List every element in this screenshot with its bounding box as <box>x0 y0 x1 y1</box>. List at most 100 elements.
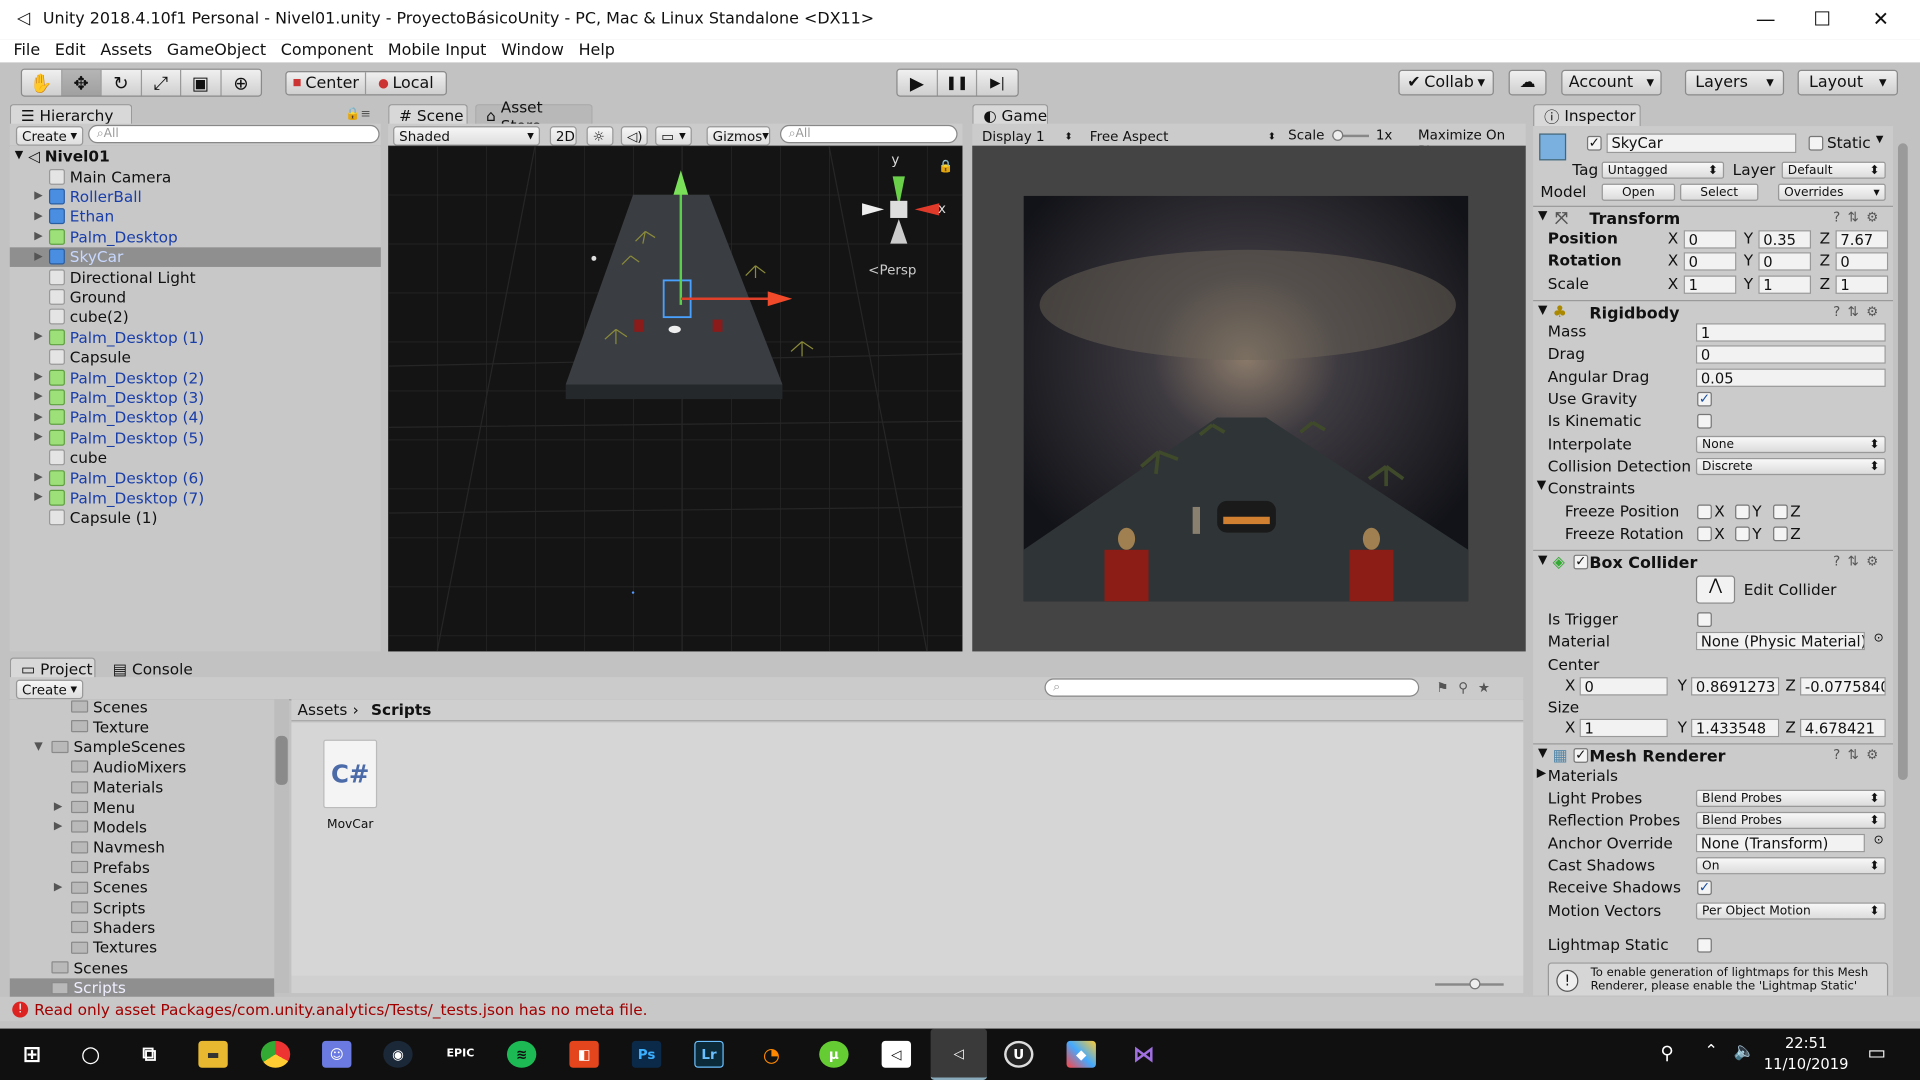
rot-z-field[interactable]: 0 <box>1835 252 1889 271</box>
scale-tool-icon[interactable]: ⤢ <box>141 69 182 96</box>
material-field[interactable]: None (Physic Material) <box>1695 631 1865 651</box>
task-view-icon[interactable]: ⧉ <box>135 1041 164 1068</box>
menu-mobile-input[interactable]: Mobile Input <box>388 42 486 60</box>
freeze-position-z-checkbox[interactable] <box>1773 504 1788 520</box>
is-kinematic-checkbox[interactable] <box>1697 413 1712 429</box>
scene-search-input[interactable]: ⌕ All <box>780 124 958 144</box>
maximize-button[interactable]: ☐ <box>1804 7 1841 30</box>
dropdown-arrow-icon[interactable]: ▼ <box>1876 133 1884 144</box>
pos-z-field[interactable]: 7.67 <box>1835 230 1889 249</box>
pos-y-field[interactable]: 0.35 <box>1758 230 1812 249</box>
project-folder[interactable]: Scripts <box>9 977 275 998</box>
status-bar[interactable]: ! Read only asset Packages/com.unity.ana… <box>0 996 1920 1022</box>
edit-collider-button[interactable]: ⋀ <box>1695 575 1736 604</box>
pos-x-field[interactable]: 0 <box>1683 230 1737 249</box>
hand-tool-icon[interactable]: ✋ <box>22 69 62 96</box>
gizmos-dropdown[interactable]: Gizmos ▼ <box>706 126 771 146</box>
project-folder[interactable]: Scripts <box>10 898 274 918</box>
step-button[interactable]: ▶| <box>978 70 1018 96</box>
expand-arrow-icon[interactable]: ▶ <box>54 881 71 893</box>
expand-arrow-icon[interactable]: ▶ <box>34 210 46 222</box>
slider-thumb[interactable] <box>1331 129 1343 141</box>
project-folder[interactable]: AudioMixers <box>10 757 274 777</box>
breadcrumb-assets[interactable]: Assets <box>298 700 348 718</box>
unity-editor-icon[interactable]: ◁ <box>930 1028 987 1080</box>
receive-shadows-checkbox[interactable]: ✓ <box>1697 880 1712 896</box>
hierarchy-item[interactable]: ▶ Palm_Desktop (2) <box>10 367 381 387</box>
windows-start-icon[interactable]: ⊞ <box>17 1041 46 1068</box>
component-settings-icon[interactable]: ?⇅⚙ <box>1833 553 1886 569</box>
layer-dropdown[interactable]: Default ⬍ <box>1781 161 1886 179</box>
menu-component[interactable]: Component <box>281 42 373 60</box>
menu-window[interactable]: Window <box>501 42 564 60</box>
expand-arrow-icon[interactable]: ▶ <box>54 821 71 833</box>
box-collider-component-header[interactable]: ▼ ◈ ✓ Box Collider ?⇅⚙ <box>1533 549 1894 574</box>
expand-arrow-icon[interactable]: ▶ <box>34 391 46 403</box>
scl-y-field[interactable]: 1 <box>1758 275 1812 294</box>
motion-vectors-dropdown[interactable]: Per Object Motion ⬍ <box>1695 902 1886 920</box>
unreal-engine-icon[interactable]: U <box>1004 1040 1034 1068</box>
office-icon[interactable]: ◧ <box>569 1040 599 1068</box>
size-x-field[interactable]: 1 <box>1579 718 1668 738</box>
scl-z-field[interactable]: 1 <box>1835 275 1889 294</box>
lighting-toggle[interactable]: ☼ <box>586 126 614 146</box>
menu-file[interactable]: File <box>13 42 40 60</box>
tray-chevron-icon[interactable]: ⌃ <box>1705 1042 1718 1060</box>
hierarchy-item[interactable]: ▶ RollerBall <box>10 187 381 207</box>
close-button[interactable]: ✕ <box>1862 7 1899 30</box>
rect-tool-icon[interactable]: ▣ <box>181 69 222 96</box>
reflection-probes-dropdown[interactable]: Blend Probes ⬍ <box>1695 811 1886 829</box>
expand-arrow-icon[interactable]: ▶ <box>34 492 46 504</box>
project-folder[interactable]: Materials <box>10 777 274 797</box>
audio-toggle[interactable]: ◁) <box>620 126 648 146</box>
expand-arrow-icon[interactable]: ▶ <box>34 411 46 423</box>
hierarchy-item[interactable]: Ground <box>10 287 381 307</box>
project-folder[interactable]: Scenes <box>10 697 274 717</box>
anchor-override-field[interactable]: None (Transform) <box>1695 833 1865 853</box>
project-folder[interactable]: ▶ Models <box>10 817 274 837</box>
discord-icon[interactable]: ☺ <box>322 1040 352 1068</box>
minimize-button[interactable]: — <box>1747 7 1784 30</box>
component-settings-icon[interactable]: ?⇅⚙ <box>1833 209 1886 225</box>
size-y-field[interactable]: 1.433548 <box>1691 718 1780 738</box>
constraints-arrow-icon[interactable]: ▼ <box>1537 479 1546 492</box>
hierarchy-item[interactable]: ▶ Palm_Desktop (1) <box>10 327 381 347</box>
mesh-renderer-enabled-checkbox[interactable]: ✓ <box>1573 748 1589 763</box>
overrides-dropdown[interactable]: Overrides ▾ <box>1777 183 1886 201</box>
rotate-tool-icon[interactable]: ↻ <box>102 69 142 96</box>
is-trigger-checkbox[interactable] <box>1697 612 1712 627</box>
open-button[interactable]: Open <box>1601 183 1676 201</box>
mass-field[interactable]: 1 <box>1695 323 1886 342</box>
visual-studio-icon[interactable]: ⋈ <box>1129 1041 1158 1068</box>
hierarchy-item[interactable]: ▶ SkyCar <box>9 246 381 267</box>
select-button[interactable]: Select <box>1680 183 1759 201</box>
hierarchy-item[interactable]: ▶ Palm_Desktop (3) <box>10 387 381 407</box>
project-folder[interactable]: Prefabs <box>10 857 274 877</box>
project-folder[interactable]: Texture <box>10 717 274 737</box>
notifications-icon[interactable]: ▭ <box>1867 1041 1886 1064</box>
project-folder[interactable]: Scenes <box>10 958 274 978</box>
collab-button[interactable]: ✔ Collab ▼ <box>1398 69 1494 96</box>
spotify-icon[interactable]: ≋ <box>506 1040 537 1068</box>
drag-field[interactable]: 0 <box>1695 345 1886 364</box>
photoshop-icon[interactable]: Ps <box>631 1040 662 1068</box>
play-button[interactable]: ▶ <box>898 69 938 96</box>
blender-icon[interactable]: ◔ <box>757 1041 786 1068</box>
component-settings-icon[interactable]: ?⇅⚙ <box>1833 304 1886 320</box>
effects-dropdown[interactable]: ▭ ▼ <box>655 126 692 146</box>
scl-x-field[interactable]: 1 <box>1683 275 1737 294</box>
chrome-icon[interactable] <box>260 1040 291 1068</box>
menu-edit[interactable]: Edit <box>55 42 86 60</box>
object-picker-icon[interactable]: ⊙ <box>1873 632 1883 645</box>
csharp-script-icon[interactable]: C# <box>323 739 378 809</box>
scale-slider[interactable]: Scale 1x <box>1288 127 1392 143</box>
unity-hub-icon[interactable]: ◁ <box>881 1040 912 1068</box>
scene-view[interactable]: y x <Persp 🔒 <box>388 145 963 652</box>
account-dropdown[interactable]: Account ▼ <box>1561 69 1662 96</box>
collision-detection-dropdown[interactable]: Discrete ⬍ <box>1695 457 1886 476</box>
perspective-label[interactable]: <Persp <box>868 263 916 278</box>
project-search-input[interactable]: ⌕ <box>1044 678 1420 697</box>
static-checkbox[interactable] <box>1808 135 1824 151</box>
panel-menu-icon[interactable]: 🔒≡ <box>345 108 371 121</box>
center-x-field[interactable]: 0 <box>1579 677 1668 696</box>
